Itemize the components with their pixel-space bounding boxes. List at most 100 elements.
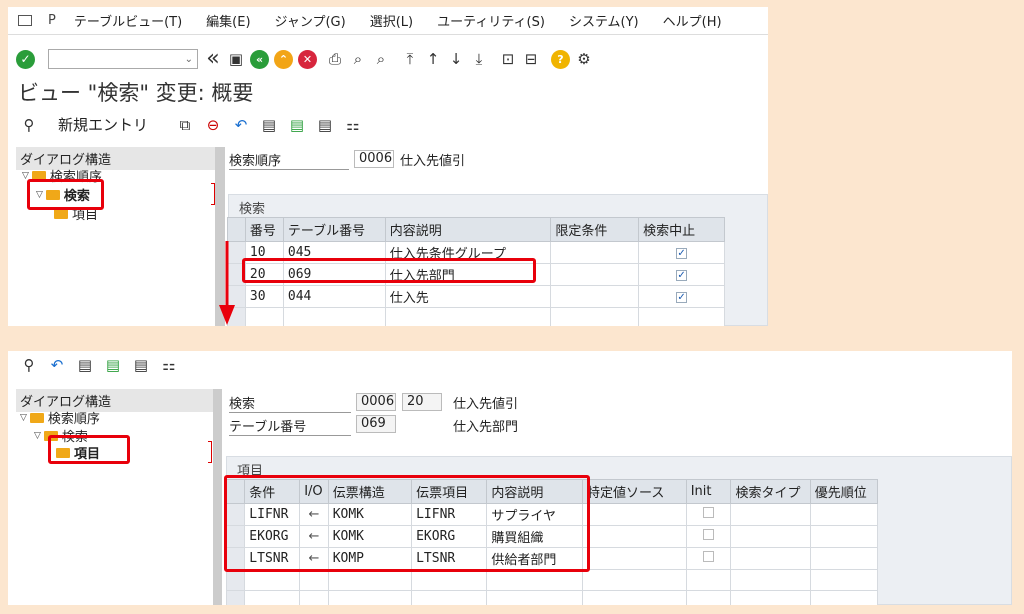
cell-exclusive[interactable]: ✓ [638,263,725,286]
application-toolbar: ⚲ 新規エントリ ⧉ ⊖ ↶ ▤ ▤ ▤ ⚏ [18,114,370,135]
col-access-type[interactable]: 検索タイプ [730,479,811,504]
col-exclusive[interactable]: 検索中止 [638,217,725,242]
application-toolbar-2: ⚲ ↶ ▤ ▤ ▤ ⚏ [18,355,186,375]
cell-exclusive[interactable]: ✓ [638,241,725,264]
cell-source[interactable] [581,503,687,526]
search-sequence-code: 0006 [354,150,394,168]
create-session-icon[interactable]: ⊡ [499,50,517,68]
menu-help[interactable]: ヘルプ(H) [663,11,722,30]
down-arrow-annotation [219,241,235,325]
search-sequence-desc: 仕入先値引 [400,154,466,169]
menu-system[interactable]: システム(Y) [569,11,639,30]
select-all-icon[interactable]: ▤ [74,355,96,375]
chevron-down-icon: ⌄ [184,53,193,65]
settings-gear-icon[interactable]: ⚙ [575,50,593,68]
checkbox[interactable]: ✓ [676,248,688,259]
col-table-number[interactable]: テーブル番号 [282,217,386,242]
find-next-icon[interactable]: ⌕ [372,50,390,68]
cell-table[interactable]: 044 [282,285,386,308]
select-block-icon[interactable]: ▤ [102,355,124,375]
print-icon[interactable]: ⎙ [326,50,344,68]
copy-as-icon[interactable]: ⧉ [174,115,196,135]
search-number: 20 [402,393,442,411]
cell-number[interactable]: 30 [244,285,284,308]
col-source[interactable]: 特定値ソース [581,479,687,504]
splitter-bar[interactable] [213,389,222,605]
table-row-empty[interactable] [225,569,879,591]
checkbox[interactable] [703,507,715,518]
find-icon[interactable]: ⌕ [349,50,367,68]
table-number-label: テーブル番号 [229,416,351,436]
table-row-empty[interactable] [225,590,879,605]
save-icon[interactable]: ▣ [227,50,245,68]
cancel-icon[interactable]: ✕ [298,49,317,69]
table-row[interactable]: 30 044 仕入先 ✓ [227,285,725,308]
command-field[interactable]: ⌄ [48,49,198,69]
col-init[interactable]: Init [685,479,732,504]
cell-priority[interactable] [809,525,879,548]
menu-edit[interactable]: 編集(E) [206,11,250,30]
cell-source[interactable] [581,547,687,570]
table-row-empty[interactable] [227,307,725,326]
menu-table-view[interactable]: テーブルビュー(T) [74,11,182,30]
cell-access-type[interactable] [730,547,811,570]
help-icon[interactable]: ? [551,49,570,69]
next-page-icon[interactable]: ↓ [447,50,465,68]
standard-toolbar: ✓ ⌄ « ▣ « ⌃ ✕ ⎙ ⌕ ⌕ ⤒ ↑ ↓ ⤓ ⊡ ⊟ ? ⚙ [8,45,768,73]
enter-check-icon[interactable]: ✓ [16,49,35,69]
checkbox[interactable]: ✓ [676,292,688,303]
cell-access-type[interactable] [730,503,811,526]
cell-source[interactable] [581,525,687,548]
pa-icon[interactable]: P [48,13,56,28]
checkbox[interactable] [703,529,715,540]
deselect-all-icon[interactable]: ▤ [314,115,336,135]
deselect-all-icon[interactable]: ▤ [130,355,152,375]
checkbox[interactable] [703,551,715,562]
undo-icon[interactable]: ↶ [46,355,68,375]
new-entries-button[interactable]: 新規エントリ [58,114,148,135]
variant-icon[interactable]: ⚏ [342,115,364,135]
cell-init[interactable] [685,525,732,548]
cell-condition[interactable] [550,285,640,308]
menu-utilities[interactable]: ユーティリティ(S) [437,11,545,30]
select-block-icon[interactable]: ▤ [286,115,308,135]
screen-1-panel: P テーブルビュー(T) 編集(E) ジャンプ(G) 選択(L) ユーティリティ… [8,7,768,326]
menu-bar: P テーブルビュー(T) 編集(E) ジャンプ(G) 選択(L) ユーティリティ… [8,7,768,35]
cell-desc: 仕入先 [384,285,552,308]
chevron-down-icon: ▽ [20,412,27,423]
col-description[interactable]: 内容説明 [384,217,552,242]
col-priority[interactable]: 優先順位 [809,479,879,504]
variant-icon[interactable]: ⚏ [158,355,180,375]
menu-window-icon[interactable] [18,15,32,26]
display-change-icon[interactable]: ⚲ [18,115,40,135]
search-sequence-code: 0006 [356,393,396,411]
chevron-down-icon: ▽ [34,430,41,441]
select-all-header[interactable] [227,217,246,242]
menu-goto[interactable]: ジャンプ(G) [275,11,346,30]
exit-icon[interactable]: ⌃ [274,49,293,69]
cell-access-type[interactable] [730,525,811,548]
cell-condition[interactable] [550,241,640,264]
back-icon[interactable]: « [250,49,269,69]
undo-icon[interactable]: ↶ [230,115,252,135]
checkbox[interactable]: ✓ [676,270,688,281]
first-page-icon[interactable]: ⤒ [401,50,419,68]
previous-page-icon[interactable]: ↑ [424,50,442,68]
cell-priority[interactable] [809,503,879,526]
tree-item-search-sequence[interactable]: ▽ 検索順序 [20,408,100,427]
back-double-icon[interactable]: « [204,48,222,70]
shortcut-icon[interactable]: ⊟ [522,50,540,68]
last-page-icon[interactable]: ⤓ [470,50,488,68]
display-change-icon[interactable]: ⚲ [18,355,40,375]
table-number-value: 069 [356,415,396,433]
delete-icon[interactable]: ⊖ [202,115,224,135]
select-all-icon[interactable]: ▤ [258,115,280,135]
cell-init[interactable] [685,547,732,570]
menu-select[interactable]: 選択(L) [370,11,413,30]
cell-condition[interactable] [550,263,640,286]
cell-priority[interactable] [809,547,879,570]
cell-init[interactable] [685,503,732,526]
col-number[interactable]: 番号 [244,217,284,242]
cell-exclusive[interactable]: ✓ [638,285,725,308]
col-condition[interactable]: 限定条件 [550,217,640,242]
